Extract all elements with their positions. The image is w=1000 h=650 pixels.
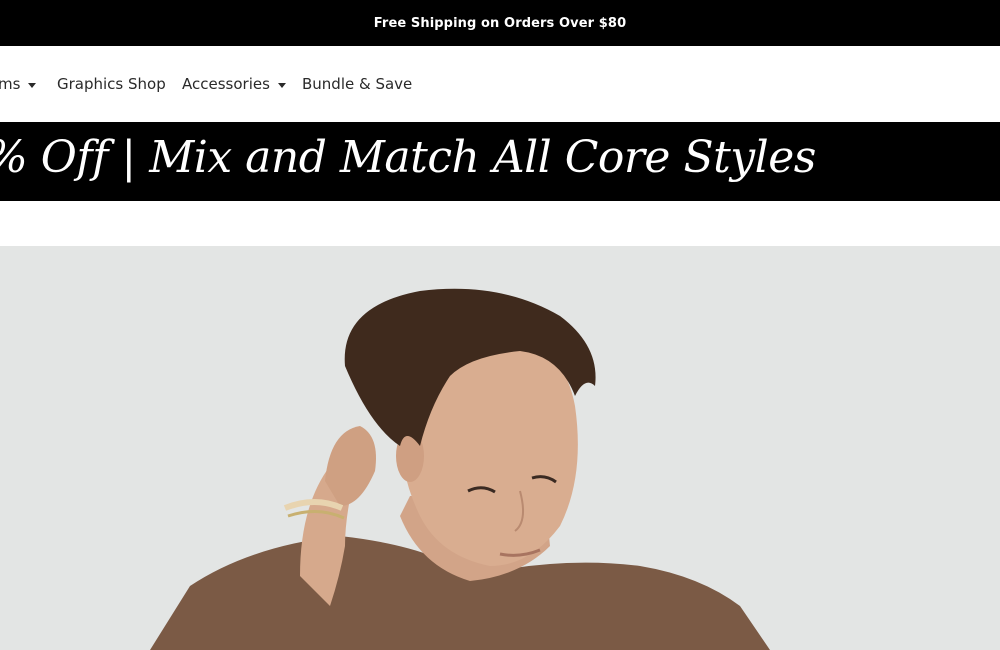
nav-item-label: Accessories xyxy=(182,75,270,93)
nav-item-accessories[interactable]: Accessories xyxy=(182,74,286,94)
nav-item-items[interactable]: ms xyxy=(0,74,37,94)
announcement-bar: Free Shipping on Orders Over $80 xyxy=(0,0,1000,46)
nav-item-label: Bundle & Save xyxy=(302,75,413,93)
promo-banner[interactable]: % Off | Mix and Match All Core Styles xyxy=(0,122,1000,201)
chevron-down-icon xyxy=(28,82,37,88)
nav-item-bundle-save[interactable]: Bundle & Save xyxy=(302,74,412,94)
main-navigation: ms Graphics Shop Accessories Bundle & Sa… xyxy=(0,46,1000,122)
hero-image[interactable] xyxy=(0,246,1000,650)
nav-item-label: Graphics Shop xyxy=(57,75,166,93)
model-photo xyxy=(0,246,1000,650)
chevron-down-icon xyxy=(277,82,286,88)
nav-item-label: ms xyxy=(0,75,21,93)
promo-text: % Off | Mix and Match All Core Styles xyxy=(0,132,816,183)
nav-item-graphics-shop[interactable]: Graphics Shop xyxy=(57,74,166,94)
announcement-text: Free Shipping on Orders Over $80 xyxy=(373,15,627,31)
